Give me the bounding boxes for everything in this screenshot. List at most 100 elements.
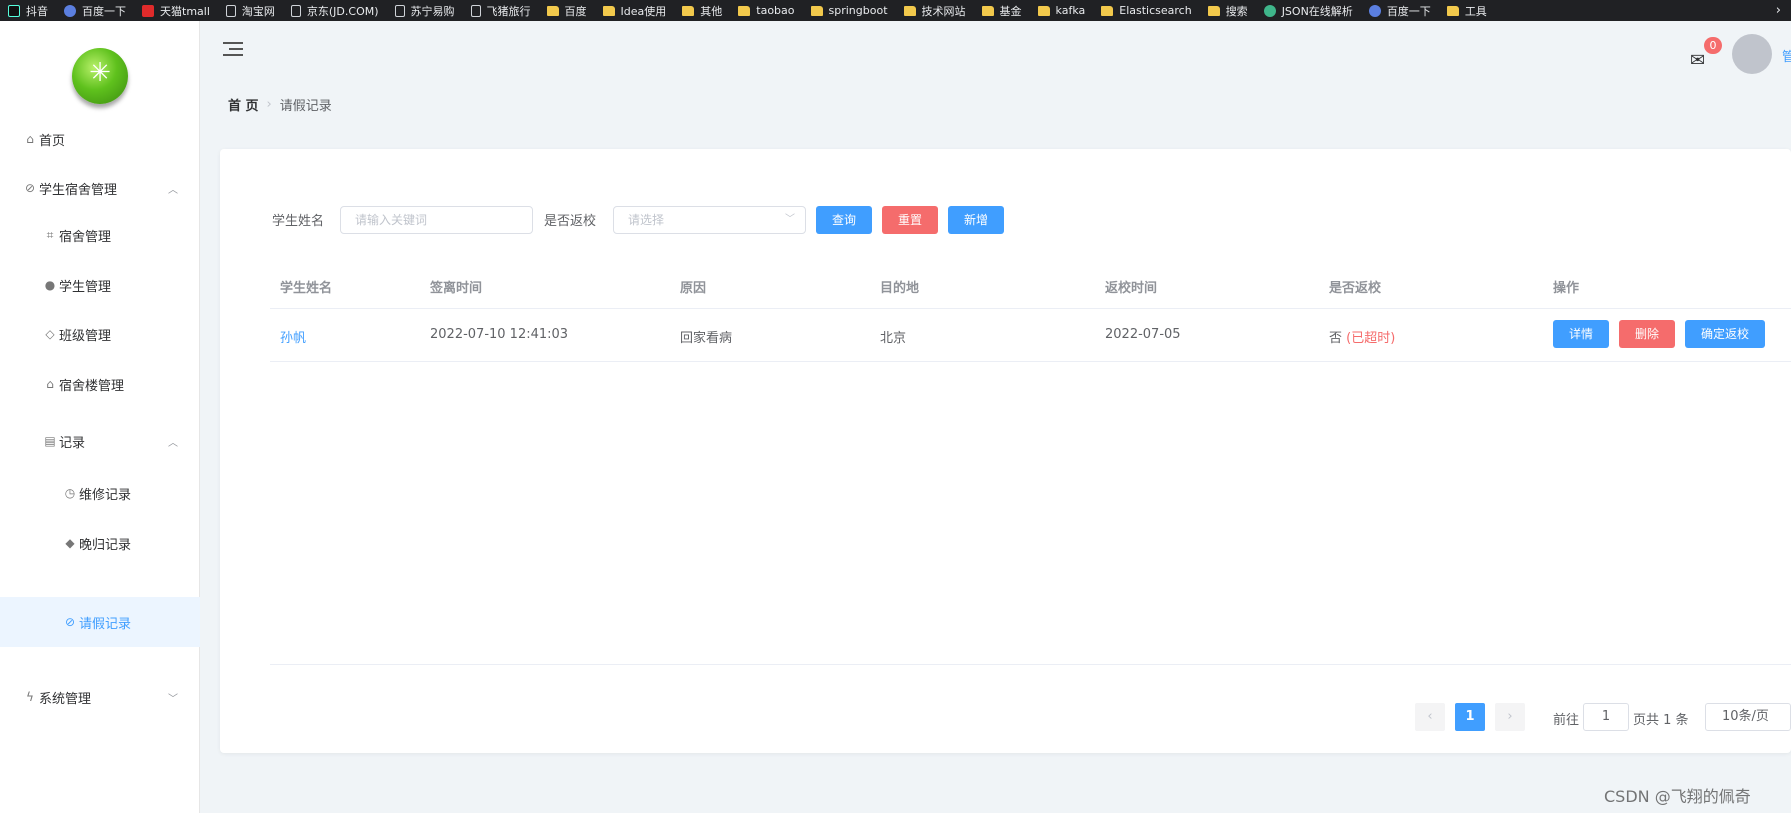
chevron-down-icon: ﹀ [785, 214, 795, 225]
sidebar-item-label: 请假记录 [79, 616, 132, 632]
student-name-cell[interactable]: 孙帆 [280, 327, 306, 346]
table-row-divider [270, 361, 1791, 362]
bookmark-item[interactable]: 工具 [1439, 0, 1495, 21]
folder-icon [682, 5, 695, 16]
home-icon: ⌂ [26, 132, 34, 146]
bookmark-item[interactable]: kafka [1030, 0, 1094, 21]
bookmarks-more-icon[interactable]: › [1766, 3, 1791, 18]
paw-icon [64, 4, 76, 17]
folder-icon [1037, 5, 1050, 16]
sidebar-item-late[interactable]: ◆ 晚归记录 [0, 520, 200, 566]
sidebar-item-label: 宿舍管理 [59, 229, 112, 245]
leave-time-cell: 2022-07-10 12:41:03 [430, 327, 569, 342]
folder-icon [738, 5, 751, 16]
total-text: 页共 1 条 [1633, 713, 1689, 728]
breadcrumb-separator-icon: › [266, 97, 272, 112]
add-button[interactable]: 新增 [948, 206, 1004, 234]
sidebar-item-label: 首页 [39, 133, 66, 149]
bookmark-item[interactable]: 抖音 [0, 0, 56, 21]
notification-badge: 0 [1704, 37, 1722, 54]
breadcrumb-home[interactable]: 首 页 [228, 95, 259, 114]
folder-icon [981, 5, 994, 16]
user-icon: ● [44, 278, 56, 292]
bookmark-item[interactable]: 京东(JD.COM) [283, 0, 387, 21]
folder-icon [1446, 5, 1459, 16]
confirm-return-button[interactable]: 确定返校 [1685, 320, 1765, 348]
sidebar-item-label: 晚归记录 [79, 537, 132, 553]
bookmark-item[interactable]: 技术网站 [896, 0, 974, 21]
bookmarks-bar: 抖音 百度一下 天猫tmall 淘宝网 京东(JD.COM) 苏宁易购 飞猪旅行 百度 Idea… [0, 0, 1791, 21]
page-number-current[interactable]: 1 [1455, 703, 1485, 731]
chevron-down-icon: ﹀ [168, 693, 178, 705]
next-page-icon[interactable]: › [1495, 703, 1525, 731]
query-button[interactable]: 查询 [816, 206, 872, 234]
folder-icon [602, 5, 615, 16]
student-name-input[interactable]: 请输入关键词 [340, 206, 533, 234]
bookmark-item[interactable]: Elasticsearch [1093, 0, 1199, 21]
bookmark-item[interactable]: 百度一下 [1361, 0, 1439, 21]
bookmark-item[interactable]: 其他 [674, 0, 730, 21]
sidebar-item-repair[interactable]: ◷ 维修记录 [0, 470, 200, 516]
gear-icon [1263, 4, 1276, 17]
bookmark-item[interactable]: 飞猪旅行 [463, 0, 539, 21]
bookmark-label: 百度一下 [1386, 4, 1431, 18]
lightning-icon: ϟ [26, 690, 34, 704]
table-bottom-divider [270, 664, 1791, 665]
bookmark-item[interactable]: 苏宁易购 [387, 0, 463, 21]
student-name-label: 学生姓名 [272, 214, 325, 229]
sidebar-group-records[interactable]: ▤ 记录 ︿ [0, 418, 200, 464]
reason-cell: 回家看病 [680, 331, 733, 346]
crop-icon: ⌗ [46, 227, 54, 242]
bookmark-item[interactable]: 天猫tmall [134, 0, 218, 21]
sidebar-item-label: 宿舍楼管理 [59, 378, 125, 394]
column-header-return-time: 返校时间 [1105, 281, 1158, 296]
table-header-divider [270, 308, 1791, 309]
bookmark-label: 其他 [700, 4, 723, 18]
bookmark-label: 苏宁易购 [410, 4, 455, 18]
sidebar-group-dorm-management[interactable]: ⊘ 学生宿舍管理 ︿ [0, 165, 200, 211]
sidebar-item-student[interactable]: ● 学生管理 [0, 262, 200, 308]
bookmark-item[interactable]: Idea使用 [595, 0, 675, 21]
bookmark-label: 京东(JD.COM) [306, 4, 379, 18]
bookmark-item[interactable]: 淘宝网 [218, 0, 283, 21]
bookmark-label: 百度 [564, 4, 587, 18]
sidebar-group-system[interactable]: ϟ 系统管理 ﹀ [0, 674, 200, 720]
sidebar-item-building[interactable]: ⌂ 宿舍楼管理 [0, 361, 200, 407]
sidebar-item-home[interactable]: ⌂ 首页 [0, 116, 200, 162]
sidebar: ⌂ 首页 ⊘ 学生宿舍管理 ︿ ⌗ 宿舍管理 ● 学生管理 ◇ 班级管理 ⌂ 宿… [0, 21, 200, 813]
bookmark-item[interactable]: springboot [803, 0, 896, 21]
page-icon [290, 4, 301, 17]
bookmark-item[interactable]: 基金 [974, 0, 1030, 21]
breadcrumb-current: 请假记录 [279, 99, 332, 114]
sidebar-item-leave[interactable]: ⊘ 请假记录 [0, 597, 200, 647]
goto-page-input[interactable]: 1 [1583, 703, 1629, 731]
returned-select[interactable]: 请选择 ﹀ [613, 206, 806, 234]
detail-button[interactable]: 详情 [1553, 320, 1609, 348]
delete-button[interactable]: 删除 [1619, 320, 1675, 348]
bookmark-label: 淘宝网 [241, 4, 275, 18]
returned-value: 否 [1329, 331, 1343, 346]
chevron-up-icon: ︿ [168, 437, 178, 449]
page-size-select[interactable]: 10条/页 [1705, 703, 1791, 731]
prev-page-icon[interactable]: ‹ [1415, 703, 1445, 731]
bookmark-label: 飞猪旅行 [486, 4, 531, 18]
bookmark-item[interactable]: 搜索 [1200, 0, 1256, 21]
bookmark-item[interactable]: 百度 [539, 0, 595, 21]
menu-toggle-icon[interactable] [223, 42, 243, 58]
content-card [220, 149, 1791, 753]
reset-button[interactable]: 重置 [882, 206, 938, 234]
bookmark-label: JSON在线解析 [1281, 4, 1353, 18]
folder-icon [903, 5, 916, 16]
goto-label: 前往 [1553, 713, 1580, 728]
return-time-cell: 2022-07-05 [1105, 327, 1181, 342]
bookmark-label: kafka [1055, 4, 1086, 17]
avatar[interactable] [1732, 34, 1772, 74]
bookmark-item[interactable]: taobao [730, 0, 802, 21]
bookmark-item[interactable]: 百度一下 [56, 0, 134, 21]
returned-label: 是否返校 [544, 214, 597, 229]
sidebar-item-class[interactable]: ◇ 班级管理 [0, 311, 200, 357]
destination-cell: 北京 [880, 331, 907, 346]
bookmark-item[interactable]: JSON在线解析 [1256, 0, 1361, 21]
sidebar-item-dorm[interactable]: ⌗ 宿舍管理 [0, 212, 200, 258]
username-link[interactable]: 管 [1782, 46, 1791, 65]
